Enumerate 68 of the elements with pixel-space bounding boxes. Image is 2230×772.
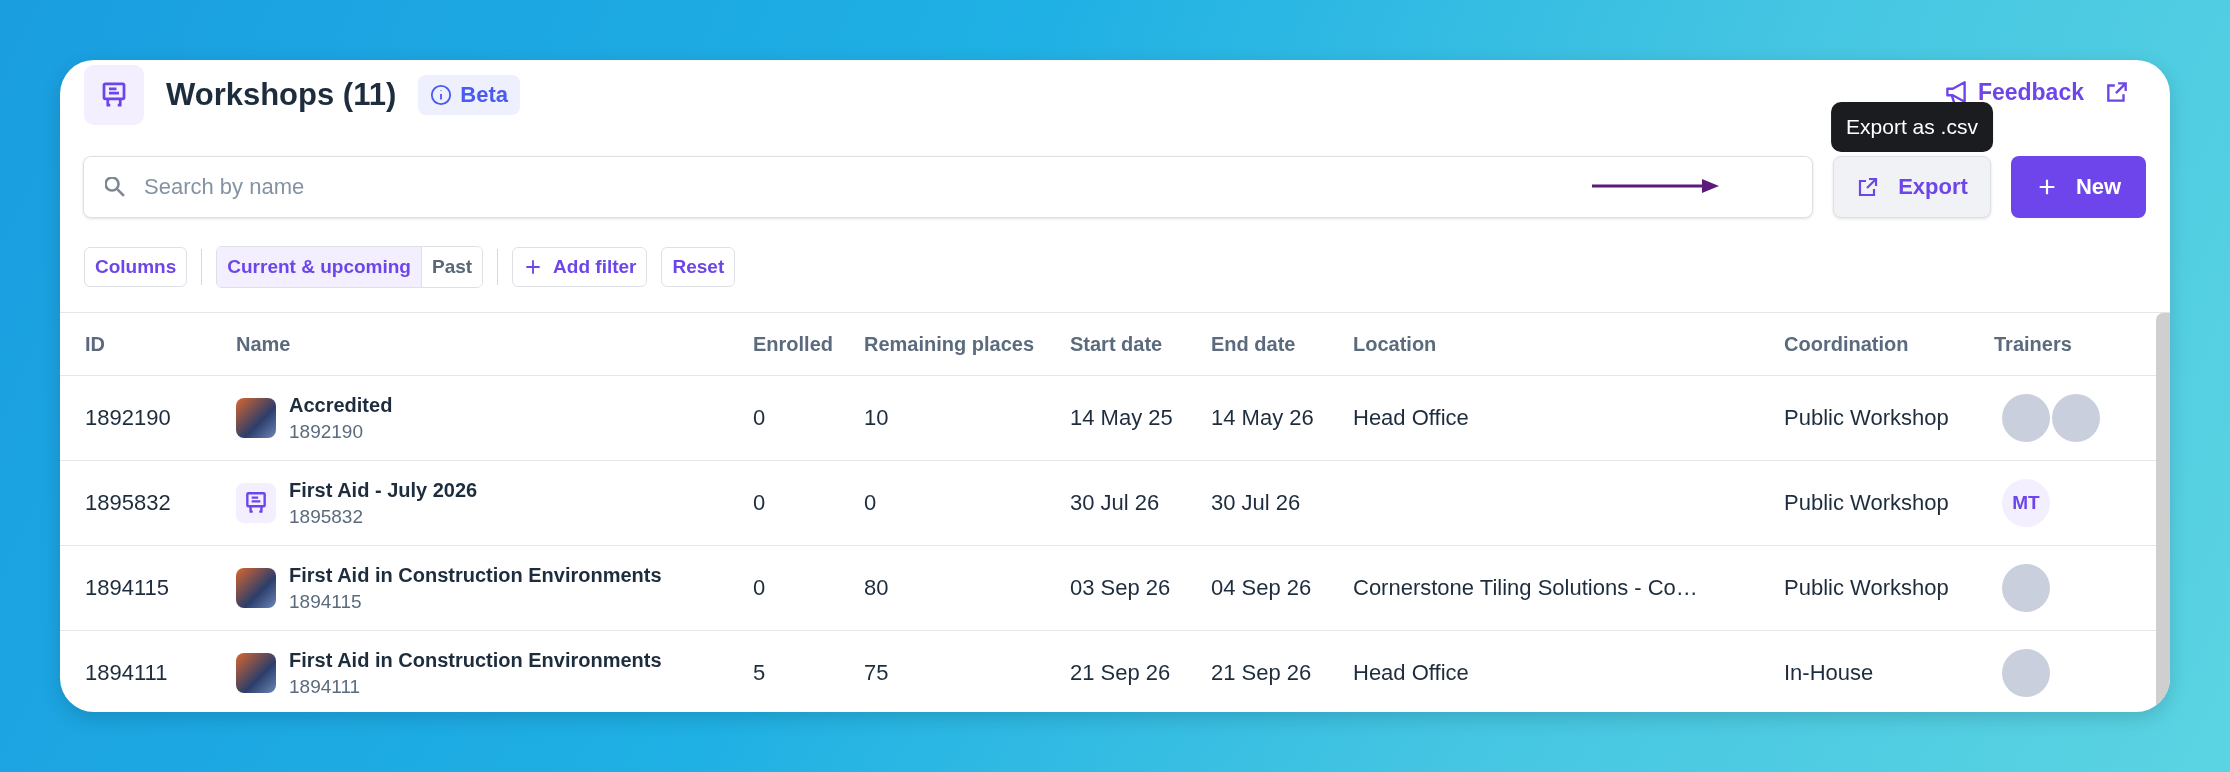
add-filter-button[interactable]: Add filter: [512, 247, 648, 287]
column-header[interactable]: Start date: [1070, 332, 1163, 356]
easel-icon: [84, 65, 144, 125]
workshop-id: 1892190: [289, 420, 364, 443]
table-cell-text: 1895832: [85, 490, 172, 516]
table-cell-text: 21 Sep 26: [1070, 660, 1172, 686]
workshop-id: 1894115: [289, 590, 363, 613]
column-header[interactable]: Trainers: [1994, 332, 2072, 356]
table-cell-text: 0: [753, 490, 767, 516]
table-cell-text: Public Workshop: [1784, 575, 1950, 601]
avatar: [2052, 394, 2100, 442]
workshop-name[interactable]: First Aid in Construction Environments: [289, 648, 662, 672]
table-cell-text: 03 Sep 26: [1070, 575, 1172, 601]
table-cell-text: 10: [864, 405, 890, 431]
table-cell-text: 30 Jul 26: [1070, 490, 1161, 516]
table-cell-text: 0: [864, 490, 878, 516]
table-cell-text: 75: [864, 660, 890, 686]
avatar: MT: [2002, 479, 2050, 527]
column-header[interactable]: Name: [236, 332, 291, 356]
table-cell-text: 30 Jul 26: [1211, 490, 1302, 516]
table-cell-text: 04 Sep 26: [1211, 575, 1313, 601]
table-cell-text: 5: [753, 660, 767, 686]
megaphone-icon: [1945, 81, 1966, 103]
easel-icon: [236, 483, 276, 523]
beta-badge: Beta: [418, 75, 520, 115]
export-button[interactable]: Export: [1833, 156, 1991, 218]
column-header[interactable]: Coordination: [1784, 332, 1909, 356]
column-header[interactable]: Remaining places: [864, 332, 1035, 356]
table-cell-text: 1892190: [85, 405, 172, 431]
column-header[interactable]: Enrolled: [753, 332, 833, 356]
table-cell-text: Cornerstone Tiling Solutions - Co…: [1353, 575, 1699, 601]
workshop-id: 1895832: [289, 505, 364, 528]
filter-tab[interactable]: Current & upcoming: [217, 247, 422, 287]
reset-button[interactable]: Reset: [661, 247, 736, 287]
workshop-name[interactable]: Accredited: [289, 393, 393, 417]
table-cell-text: 14 May 25: [1070, 405, 1174, 431]
column-header[interactable]: Location: [1353, 332, 1437, 356]
column-header[interactable]: ID: [85, 332, 105, 356]
table-cell-text: Head Office: [1353, 405, 1470, 431]
avatar: [2002, 649, 2050, 697]
avatar: [2002, 564, 2050, 612]
info-icon: [430, 84, 453, 106]
search-field[interactable]: Search by name: [83, 156, 1813, 218]
workshop-id: 1894111: [289, 675, 362, 698]
page-title: Workshops (11): [166, 77, 397, 113]
table-cell-text: In-House: [1784, 660, 1875, 686]
table-cell-text: 21 Sep 26: [1211, 660, 1313, 686]
new-button[interactable]: New: [2011, 156, 2146, 218]
table-cell-text: 0: [753, 405, 767, 431]
photo-placeholder: [236, 568, 276, 608]
column-header[interactable]: End date: [1211, 332, 1296, 356]
table-cell-text: 14 May 26: [1211, 405, 1315, 431]
workshop-name[interactable]: First Aid in Construction Environments: [289, 563, 662, 587]
workshop-name[interactable]: First Aid - July 2026: [289, 478, 478, 502]
photo-placeholder: [236, 653, 276, 693]
avatar: [2002, 394, 2050, 442]
table-cell-text: Head Office: [1353, 660, 1470, 686]
columns-button[interactable]: Columns: [84, 247, 188, 287]
table-cell-text: 1894111: [85, 660, 169, 686]
table-cell-text: Public Workshop: [1784, 405, 1950, 431]
table-cell-text: 1894115: [85, 575, 170, 601]
tooltip: Export as .csv: [1831, 102, 1993, 152]
table-cell-text: Public Workshop: [1784, 490, 1950, 516]
search-icon: [105, 177, 125, 197]
external-link-icon: [2104, 79, 2130, 105]
table-cell-text: 0: [753, 575, 767, 601]
table-cell-text: 80: [864, 575, 890, 601]
photo-placeholder: [236, 398, 276, 438]
